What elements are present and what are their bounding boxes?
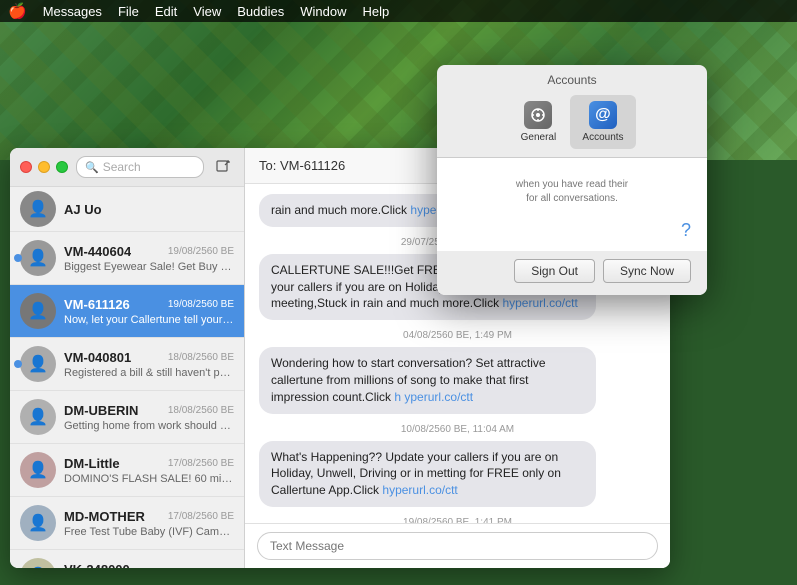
- minimize-button[interactable]: [38, 161, 50, 173]
- message-link[interactable]: hyperurl.co/ctt: [382, 483, 457, 497]
- sidebar: 🔍 Search 👤 AJ Uo: [10, 148, 245, 568]
- avatar: 👤: [20, 399, 56, 435]
- list-item[interactable]: 👤 VK-248000 Offer ending in 3 Days!Get H…: [10, 550, 244, 568]
- sidebar-toolbar: 🔍 Search: [10, 148, 244, 187]
- conv-content: VK-248000 Offer ending in 3 Days!Get Hyu…: [64, 562, 234, 569]
- menu-window[interactable]: Window: [300, 4, 346, 19]
- conv-name: DM-UBERIN: [64, 403, 138, 418]
- conv-preview: Free Test Tube Baby (IVF) Camp @ Dhanvan…: [64, 526, 234, 538]
- conv-time: 18/08/2560 BE: [168, 352, 234, 363]
- conv-time: 19/08/2560 BE: [168, 246, 234, 257]
- conv-name: AJ Uo: [64, 202, 102, 217]
- menu-file[interactable]: File: [118, 4, 139, 19]
- zoom-button[interactable]: [56, 161, 68, 173]
- menu-bar: 🍎 Messages File Edit View Buddies Window…: [0, 0, 797, 22]
- chat-recipient: To: VM-611126: [259, 158, 345, 173]
- traffic-lights: [20, 161, 68, 173]
- menu-buddies[interactable]: Buddies: [237, 4, 284, 19]
- sync-now-button[interactable]: Sync Now: [603, 259, 691, 283]
- avatar: 👤: [20, 505, 56, 541]
- unread-indicator: [14, 360, 22, 368]
- conv-preview: Registered a bill & still haven't paid? …: [64, 367, 234, 379]
- message-link[interactable]: hyperurl.co/ctt: [502, 296, 577, 310]
- tab-accounts[interactable]: @ Accounts: [570, 95, 635, 149]
- avatar: 👤: [20, 293, 56, 329]
- conv-name: VM-040801: [64, 350, 131, 365]
- compose-button[interactable]: [212, 156, 234, 178]
- avatar: 👤: [20, 346, 56, 382]
- conv-name: VM-440604: [64, 244, 131, 259]
- accounts-content-text: when you have read theirfor all conversa…: [453, 168, 691, 216]
- conv-time: 18/08/2560 BE: [168, 405, 234, 416]
- search-placeholder: Search: [103, 160, 141, 174]
- accounts-tab-label: Accounts: [582, 132, 623, 143]
- list-item[interactable]: 👤 VM-040801 18/08/2560 BE Registered a b…: [10, 338, 244, 391]
- list-item[interactable]: 👤 DM-Little 17/08/2560 BE DOMINO'S FLASH…: [10, 444, 244, 497]
- conv-content: DM-Little 17/08/2560 BE DOMINO'S FLASH S…: [64, 456, 234, 485]
- avatar: 👤: [20, 558, 56, 568]
- conv-time: 17/08/2560 BE: [168, 458, 234, 469]
- accounts-actions: Sign Out Sync Now: [437, 251, 707, 295]
- tab-general[interactable]: General: [508, 95, 568, 149]
- list-item[interactable]: 👤 MD-MOTHER 17/08/2560 BE Free Test Tube…: [10, 497, 244, 550]
- accounts-toolbar: General @ Accounts: [437, 91, 707, 157]
- message-date: 10/08/2560 BE, 11:04 AM: [259, 424, 656, 435]
- conversation-list: 👤 AJ Uo 👤 VM-440604 19/08/2560 BE Bigges…: [10, 187, 244, 568]
- list-item[interactable]: 👤 AJ Uo: [10, 187, 244, 232]
- accounts-modal: Accounts General @ Accounts: [437, 65, 707, 295]
- list-item[interactable]: 👤 VM-611126 19/08/2560 BE Now, let your …: [10, 285, 244, 338]
- conv-preview: Biggest Eyewear Sale! Get Buy 1 Get 1 on…: [64, 261, 234, 273]
- message-date: 04/08/2560 BE, 1:49 PM: [259, 330, 656, 341]
- conv-content: VM-611126 19/08/2560 BE Now, let your Ca…: [64, 297, 234, 326]
- menu-help[interactable]: Help: [362, 4, 389, 19]
- sign-out-button[interactable]: Sign Out: [514, 259, 595, 283]
- general-tab-label: General: [521, 132, 557, 143]
- conv-name: VM-611126: [64, 297, 130, 312]
- conv-time: 17/08/2560 BE: [168, 511, 234, 522]
- accounts-modal-title: Accounts: [437, 65, 707, 91]
- message-bubble: What's Happening?? Update your callers i…: [259, 441, 596, 507]
- help-icon[interactable]: ?: [681, 220, 691, 240]
- apple-menu[interactable]: 🍎: [8, 2, 27, 20]
- menu-messages[interactable]: Messages: [43, 4, 102, 19]
- conv-preview: Getting home from work should be nothing…: [64, 420, 234, 432]
- conv-name: DM-Little: [64, 456, 120, 471]
- message-bubble: Wondering how to start conversation? Set…: [259, 347, 596, 413]
- list-item[interactable]: 👤 DM-UBERIN 18/08/2560 BE Getting home f…: [10, 391, 244, 444]
- message-input[interactable]: [257, 532, 658, 560]
- unread-indicator: [14, 254, 22, 262]
- conv-name: VK-248000: [64, 562, 130, 569]
- message-link[interactable]: h yperurl.co/ctt: [394, 390, 473, 404]
- at-icon: @: [589, 101, 617, 129]
- conv-content: MD-MOTHER 17/08/2560 BE Free Test Tube B…: [64, 509, 234, 538]
- search-box[interactable]: 🔍 Search: [76, 156, 204, 178]
- search-icon: 🔍: [85, 161, 99, 174]
- conv-content: DM-UBERIN 18/08/2560 BE Getting home fro…: [64, 403, 234, 432]
- list-item[interactable]: 👤 VM-440604 19/08/2560 BE Biggest Eyewea…: [10, 232, 244, 285]
- avatar: 👤: [20, 191, 56, 227]
- conv-content: VM-040801 18/08/2560 BE Registered a bil…: [64, 350, 234, 379]
- chat-input-area: [245, 523, 670, 568]
- accounts-modal-content: when you have read theirfor all conversa…: [437, 157, 707, 251]
- menu-view[interactable]: View: [193, 4, 221, 19]
- conv-time: 19/08/2560 BE: [168, 299, 234, 310]
- conv-name: MD-MOTHER: [64, 509, 145, 524]
- general-icon: [524, 101, 552, 129]
- avatar: 👤: [20, 240, 56, 276]
- conv-preview: DOMINO'S FLASH SALE! 60 min loot begins …: [64, 473, 234, 485]
- conv-preview: Now, let your Callertune tell your calle…: [64, 314, 234, 326]
- menu-edit[interactable]: Edit: [155, 4, 177, 19]
- close-button[interactable]: [20, 161, 32, 173]
- conv-content: VM-440604 19/08/2560 BE Biggest Eyewear …: [64, 244, 234, 273]
- avatar: 👤: [20, 452, 56, 488]
- conv-content: AJ Uo: [64, 202, 234, 217]
